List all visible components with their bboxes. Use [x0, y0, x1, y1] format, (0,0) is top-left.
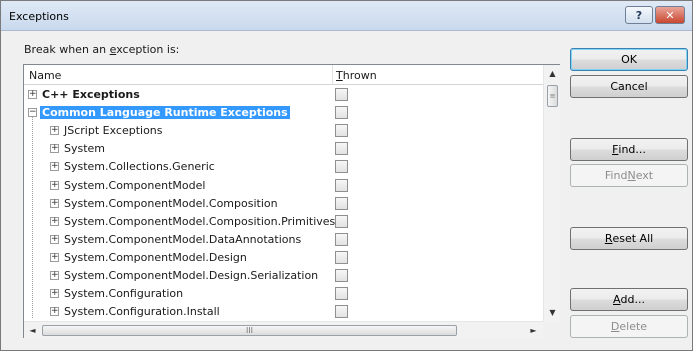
tree-row[interactable]: + C++ Exceptions [24, 86, 543, 104]
delete-button[interactable]: Delete [570, 315, 688, 338]
tree-row[interactable]: + System.Collections.Generic [24, 158, 543, 176]
scroll-down-arrow-icon[interactable]: ▼ [544, 304, 561, 321]
tree-row[interactable]: + System.Configuration [24, 285, 543, 303]
expand-icon[interactable]: + [50, 289, 59, 299]
add-button[interactable]: Add... [570, 288, 688, 311]
thrown-checkbox[interactable] [335, 269, 348, 282]
tree-row[interactable]: + JScript Exceptions [24, 122, 543, 140]
tree-row-label[interactable]: System.ComponentModel.DataAnnotations [64, 233, 301, 246]
thrown-checkbox[interactable] [335, 88, 348, 101]
expand-icon[interactable]: + [50, 307, 59, 317]
tree-row[interactable]: − Common Language Runtime Exceptions [24, 104, 543, 122]
tree-row[interactable]: + System.ComponentModel [24, 177, 543, 195]
column-header: Name Thrown [24, 65, 543, 85]
find-next-button[interactable]: Find Next [570, 164, 688, 187]
tree-row-label[interactable]: System.ComponentModel.Design [64, 251, 247, 264]
window-title: Exceptions [9, 10, 69, 23]
tree-row-label[interactable]: System.ComponentModel.Design.Serializati… [64, 269, 318, 282]
expand-icon[interactable]: + [50, 234, 59, 244]
thrown-checkbox[interactable] [335, 160, 348, 174]
exceptions-dialog: Exceptions ? ✕ Break when an exception i… [0, 0, 693, 351]
thrown-checkbox[interactable] [335, 287, 348, 301]
expand-icon[interactable]: + [50, 252, 59, 262]
cancel-button[interactable]: Cancel [570, 75, 688, 98]
ok-button[interactable]: OK [570, 48, 688, 71]
tree-row-label[interactable]: System.ComponentModel [64, 179, 205, 192]
reset-all-button[interactable]: Reset All [570, 227, 688, 250]
tree-row[interactable]: + System [24, 140, 543, 158]
expand-icon[interactable]: + [50, 271, 59, 280]
thrown-checkbox[interactable] [335, 106, 348, 120]
expand-icon[interactable]: + [28, 90, 37, 99]
thrown-checkbox[interactable] [335, 214, 348, 228]
expand-icon[interactable]: + [50, 126, 59, 136]
tree-row-label[interactable]: System.ComponentModel.Composition.Primit… [64, 215, 335, 228]
thrown-checkbox[interactable] [335, 178, 348, 192]
expand-icon[interactable]: + [50, 180, 59, 190]
horizontal-scroll-thumb[interactable]: III [42, 325, 457, 336]
column-header-name[interactable]: Name [29, 69, 61, 82]
thrown-checkbox[interactable] [335, 305, 348, 318]
tree-row[interactable]: + System.ComponentModel.Design [24, 249, 543, 267]
vertical-scroll-thumb[interactable]: ≡ [547, 85, 558, 107]
tree-row-label[interactable]: Common Language Runtime Exceptions [40, 106, 290, 120]
column-divider[interactable] [332, 65, 333, 85]
close-icon: ✕ [665, 8, 675, 22]
break-when-label: Break when an exception is: [24, 43, 180, 56]
tree-row[interactable]: + System.ComponentModel.Composition [24, 195, 543, 213]
help-button[interactable]: ? [625, 6, 653, 24]
find-button[interactable]: Find... [570, 138, 688, 161]
thrown-checkbox[interactable] [335, 142, 348, 156]
tree-row-label[interactable]: C++ Exceptions [42, 88, 140, 101]
thrown-checkbox[interactable] [335, 232, 348, 246]
thrown-checkbox[interactable] [335, 250, 348, 264]
expand-icon[interactable]: + [50, 198, 59, 208]
tree-rows: + C++ Exceptions − Common Language Runtime … [24, 86, 543, 318]
tree-row-label[interactable]: System.Configuration.Install [64, 305, 220, 318]
tree-row[interactable]: + System.ComponentModel.DataAnnotations [24, 231, 543, 249]
scroll-up-arrow-icon[interactable]: ▲ [544, 65, 561, 82]
scroll-left-arrow-icon[interactable]: ◄ [24, 322, 41, 339]
tree-row[interactable]: + System.ComponentModel.Design.Serializat… [24, 267, 543, 285]
tree-row-label[interactable]: System.ComponentModel.Composition [64, 197, 278, 210]
expand-icon[interactable]: + [50, 162, 59, 172]
title-bar: Exceptions ? ✕ [1, 1, 692, 31]
tree-row-label[interactable]: JScript Exceptions [64, 124, 163, 137]
scrollbar-corner [543, 321, 560, 338]
tree-row-label[interactable]: System.Configuration [64, 287, 183, 300]
expand-icon[interactable]: + [50, 216, 59, 226]
tree-row[interactable]: + System.Configuration.Install [24, 303, 543, 318]
expand-icon[interactable]: + [50, 144, 59, 154]
tree-row-label[interactable]: System [64, 142, 105, 155]
collapse-icon[interactable]: − [28, 108, 37, 118]
scroll-right-arrow-icon[interactable]: ► [525, 322, 542, 339]
close-button[interactable]: ✕ [655, 6, 685, 24]
exceptions-tree[interactable]: Name Thrown + C++ Exceptions − Common Langu… [23, 64, 560, 338]
thrown-checkbox[interactable] [335, 196, 348, 210]
column-header-thrown[interactable]: Thrown [336, 69, 377, 82]
tree-row-label[interactable]: System.Collections.Generic [64, 160, 215, 173]
thrown-checkbox[interactable] [335, 124, 348, 138]
help-icon: ? [635, 8, 643, 22]
horizontal-scrollbar[interactable]: ◄ III ► [24, 321, 543, 338]
vertical-scrollbar[interactable]: ▲ ≡ ▼ [543, 65, 560, 321]
tree-row[interactable]: + System.ComponentModel.Composition.Primi… [24, 213, 543, 231]
